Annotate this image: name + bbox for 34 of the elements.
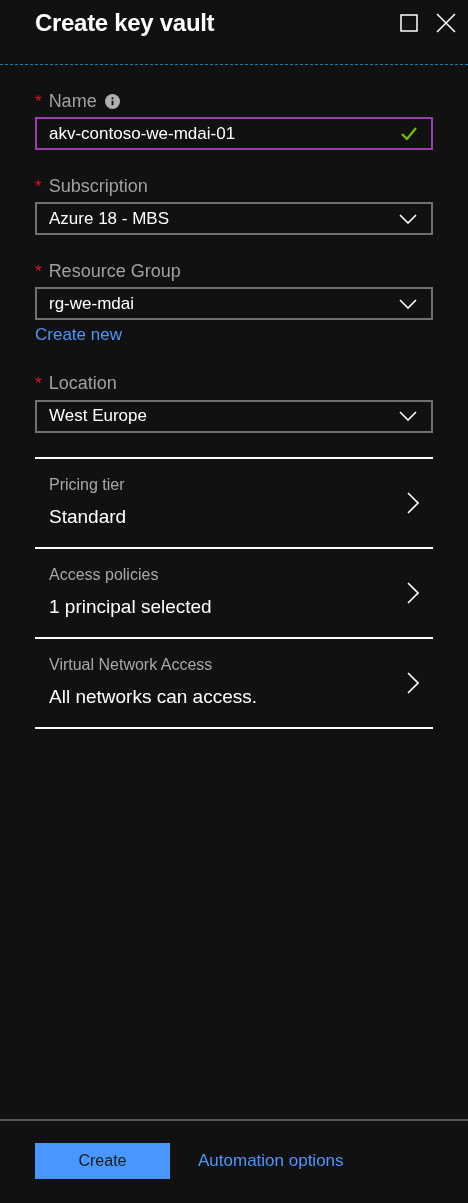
chevron-right-icon [407, 671, 419, 694]
setting-value: All networks can access. [49, 685, 259, 710]
dropdown[interactable]: Azure 18 - MBS [35, 202, 433, 235]
required-asterisk: * [35, 262, 42, 280]
setting-value: 1 principal selected [49, 595, 213, 620]
input-field[interactable]: akv-contoso-we-mdai-01 [35, 117, 433, 150]
field-label: Location [48, 372, 117, 395]
chevron-down-icon [399, 411, 417, 421]
settings-row[interactable]: Access policies 1 principal selected [35, 548, 433, 639]
info-icon[interactable] [104, 93, 120, 109]
chevron-right-icon [407, 491, 419, 514]
field-label: Name [48, 89, 97, 113]
required-asterisk: * [35, 92, 42, 110]
field-label: Subscription [48, 174, 148, 198]
chevron-right-icon [407, 581, 419, 604]
create-button[interactable]: Create [35, 1143, 170, 1179]
automation-options-link[interactable]: Automation options [198, 1148, 344, 1174]
settings-row[interactable]: Virtual Network Access All networks can access. [35, 638, 433, 729]
chevron-down-icon [399, 213, 417, 224]
settings-row[interactable]: Pricing tier Standard [35, 458, 433, 549]
setting-label: Virtual Network Access [49, 655, 214, 676]
required-asterisk: * [35, 177, 42, 195]
chevron-down-icon [399, 298, 417, 309]
dropdown[interactable]: West Europe [35, 399, 433, 433]
window-title: Create key vault [35, 8, 216, 38]
setting-label: Access policies [49, 565, 160, 586]
close-icon[interactable] [436, 13, 456, 33]
setting-value: Standard [49, 505, 128, 530]
create-new-link[interactable]: Create new [35, 322, 122, 348]
dropdown[interactable]: rg-we-mdai [35, 287, 433, 320]
maximize-icon[interactable] [400, 14, 418, 32]
field-label: Resource Group [48, 259, 181, 283]
required-asterisk: * [35, 375, 42, 392]
setting-label: Pricing tier [49, 475, 126, 496]
